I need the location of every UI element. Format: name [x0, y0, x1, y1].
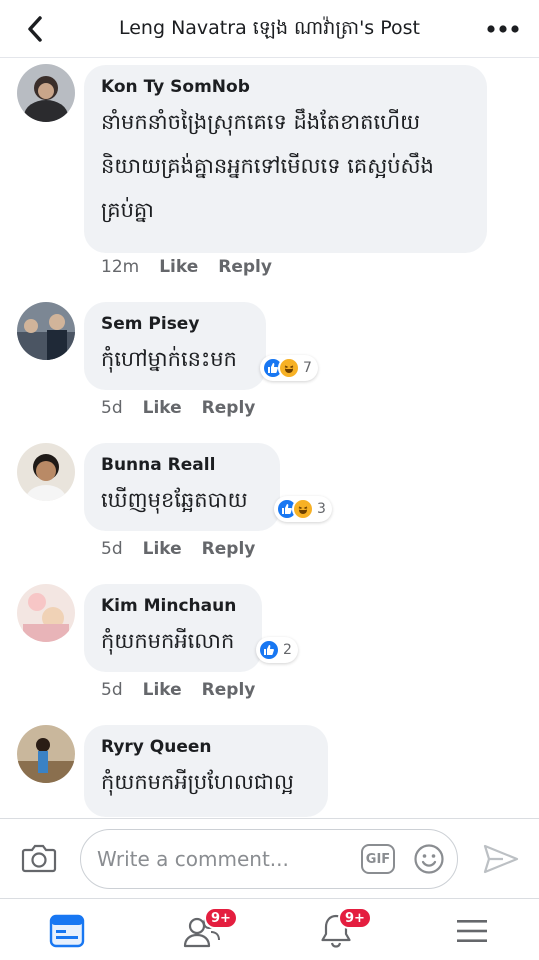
- gif-button[interactable]: GIF: [361, 844, 395, 874]
- comment-input[interactable]: [97, 842, 347, 876]
- avatar[interactable]: [17, 443, 75, 501]
- news-feed-icon: [49, 914, 85, 948]
- reactions-summary[interactable]: 7: [260, 355, 318, 381]
- comment-text-line: គ្រប់គ្នា: [101, 198, 154, 222]
- comment-time: 5d: [101, 539, 123, 559]
- comment-meta: 5d Like Reply: [101, 680, 255, 700]
- friends-badge: 9+: [204, 907, 238, 929]
- avatar[interactable]: [17, 725, 75, 783]
- tab-friends[interactable]: 9+: [182, 907, 238, 949]
- reaction-count: 7: [303, 360, 312, 376]
- reply-link[interactable]: Reply: [202, 680, 256, 700]
- reaction-count: 3: [317, 501, 326, 517]
- like-link[interactable]: Like: [143, 398, 182, 418]
- hamburger-menu-icon: [457, 920, 487, 942]
- page-title: Leng Navatra ឡេង ណាវ៉ាត្រា's Post: [118, 17, 420, 39]
- comment-meta: 5d Like Reply: [101, 539, 255, 559]
- reaction-count: 2: [283, 642, 292, 658]
- back-button[interactable]: [18, 12, 52, 46]
- comment-time: 5d: [101, 398, 123, 418]
- comment-meta: 12m Like Reply: [101, 257, 272, 277]
- comments-list[interactable]: Kon Ty SomNob នាំមកនាំចង្រៃស្រុកគេទេ ដឹង…: [0, 58, 539, 818]
- comment-bubble[interactable]: Kim Minchaun កុំយកមកអីលោក: [84, 584, 262, 672]
- like-reaction-icon: [258, 639, 280, 661]
- comment-bubble[interactable]: Ryry Queen កុំយកមកអីប្រហែលជាល្អ: [84, 725, 328, 817]
- comment-author[interactable]: Ryry Queen: [101, 736, 310, 758]
- camera-icon: [21, 844, 57, 873]
- comment-text: កុំយកមកអីលោក: [101, 619, 244, 663]
- comment-text-line: នាំមកនាំចង្រៃស្រុកគេទេ ដឹងតែខាតហើយ: [101, 110, 421, 134]
- comment-author[interactable]: Kon Ty SomNob: [101, 76, 469, 98]
- comment-text-line: និយាយគ្រង់គ្នានអ្នកទៅមើលទេ គេស្អប់សឹង: [101, 154, 434, 178]
- comment-author[interactable]: Kim Minchaun: [101, 595, 244, 617]
- more-dots-icon: [487, 25, 519, 33]
- avatar[interactable]: [17, 584, 75, 642]
- comment-meta: 5d Like Reply: [101, 398, 255, 418]
- like-link[interactable]: Like: [159, 257, 198, 277]
- chevron-left-icon: [28, 16, 42, 42]
- comment-author[interactable]: Bunna Reall: [101, 454, 262, 476]
- comment-bubble[interactable]: Kon Ty SomNob នាំមកនាំចង្រៃស្រុកគេទេ ដឹង…: [84, 65, 487, 253]
- comment-text: ឃើញមុខឆ្អែតបាយ: [101, 478, 262, 522]
- post-header: Leng Navatra ឡេង ណាវ៉ាត្រា's Post: [0, 0, 539, 58]
- comment-time: 5d: [101, 680, 123, 700]
- reply-link[interactable]: Reply: [202, 539, 256, 559]
- bottom-tab-bar: 9+ 9+: [0, 898, 539, 960]
- camera-button[interactable]: [21, 843, 57, 877]
- comment-author[interactable]: Sem Pisey: [101, 313, 248, 335]
- comment-text-line: ឃើញមុខឆ្អែតបាយ: [101, 488, 248, 512]
- reply-link[interactable]: Reply: [218, 257, 272, 277]
- avatar[interactable]: [17, 64, 75, 122]
- comment-bubble[interactable]: Bunna Reall ឃើញមុខឆ្អែតបាយ: [84, 443, 280, 531]
- comment-text-line: កុំយកមកអីប្រហែលជាល្អ: [101, 770, 294, 794]
- tab-notifications[interactable]: 9+: [316, 907, 372, 949]
- comment-bubble[interactable]: Sem Pisey កុំហៅម្នាក់នេះមក: [84, 302, 266, 390]
- comment-text: កុំយកមកអីប្រហែលជាល្អ: [101, 760, 310, 804]
- haha-reaction-icon: [278, 357, 300, 379]
- more-options-button[interactable]: [485, 12, 521, 46]
- haha-reaction-icon: [292, 498, 314, 520]
- comment-text-line: កុំយកមកអីលោក: [101, 629, 235, 653]
- send-icon: [483, 844, 519, 874]
- reply-link[interactable]: Reply: [202, 398, 256, 418]
- send-button[interactable]: [483, 843, 519, 879]
- tab-news-feed[interactable]: [47, 913, 87, 949]
- comment-text: កុំហៅម្នាក់នេះមក: [101, 337, 248, 381]
- reactions-summary[interactable]: 2: [256, 637, 298, 663]
- emoji-button[interactable]: [413, 843, 445, 879]
- tab-menu[interactable]: [452, 913, 492, 949]
- smiley-icon: [414, 844, 444, 874]
- like-link[interactable]: Like: [143, 539, 182, 559]
- comment-text-line: កុំហៅម្នាក់នេះមក: [101, 347, 237, 371]
- avatar[interactable]: [17, 302, 75, 360]
- comment-input-wrapper: GIF: [80, 829, 458, 889]
- comment-time: 12m: [101, 257, 140, 277]
- reactions-summary[interactable]: 3: [274, 496, 332, 522]
- comment-composer: GIF: [0, 818, 539, 898]
- like-link[interactable]: Like: [143, 680, 182, 700]
- notifications-badge: 9+: [338, 907, 372, 929]
- comment-text: នាំមកនាំចង្រៃស្រុកគេទេ ដឹងតែខាតហើយ និយាយ…: [101, 100, 469, 232]
